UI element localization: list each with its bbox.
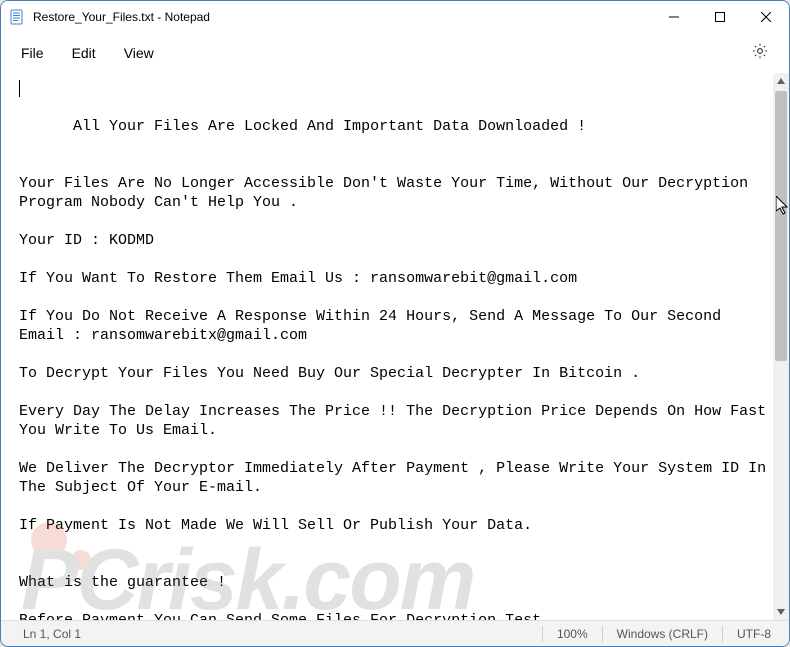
- minimize-button[interactable]: [651, 1, 697, 33]
- settings-button[interactable]: [743, 36, 777, 70]
- status-position: Ln 1, Col 1: [5, 627, 95, 641]
- text-editor[interactable]: All Your Files Are Locked And Important …: [1, 73, 773, 620]
- scroll-up-arrow[interactable]: [773, 73, 789, 89]
- gear-icon: [751, 42, 769, 65]
- status-zoom[interactable]: 100%: [543, 627, 602, 641]
- statusbar: Ln 1, Col 1 100% Windows (CRLF) UTF-8: [1, 620, 789, 646]
- document-text: All Your Files Are Locked And Important …: [19, 118, 773, 620]
- titlebar[interactable]: Restore_Your_Files.txt - Notepad: [1, 1, 789, 33]
- menubar: File Edit View: [1, 33, 789, 73]
- window-controls: [651, 1, 789, 33]
- maximize-button[interactable]: [697, 1, 743, 33]
- window-title: Restore_Your_Files.txt - Notepad: [33, 10, 210, 24]
- close-button[interactable]: [743, 1, 789, 33]
- notepad-window: Restore_Your_Files.txt - Notepad File Ed…: [0, 0, 790, 647]
- status-line-ending: Windows (CRLF): [603, 627, 722, 641]
- status-encoding: UTF-8: [723, 627, 785, 641]
- scroll-thumb[interactable]: [775, 91, 787, 361]
- scroll-down-arrow[interactable]: [773, 604, 789, 620]
- menu-edit[interactable]: Edit: [58, 39, 110, 67]
- vertical-scrollbar[interactable]: [773, 73, 789, 620]
- notepad-icon: [9, 9, 25, 25]
- editor-area: All Your Files Are Locked And Important …: [1, 73, 789, 620]
- menu-file[interactable]: File: [7, 39, 58, 67]
- text-caret: [19, 80, 20, 97]
- menu-view[interactable]: View: [110, 39, 168, 67]
